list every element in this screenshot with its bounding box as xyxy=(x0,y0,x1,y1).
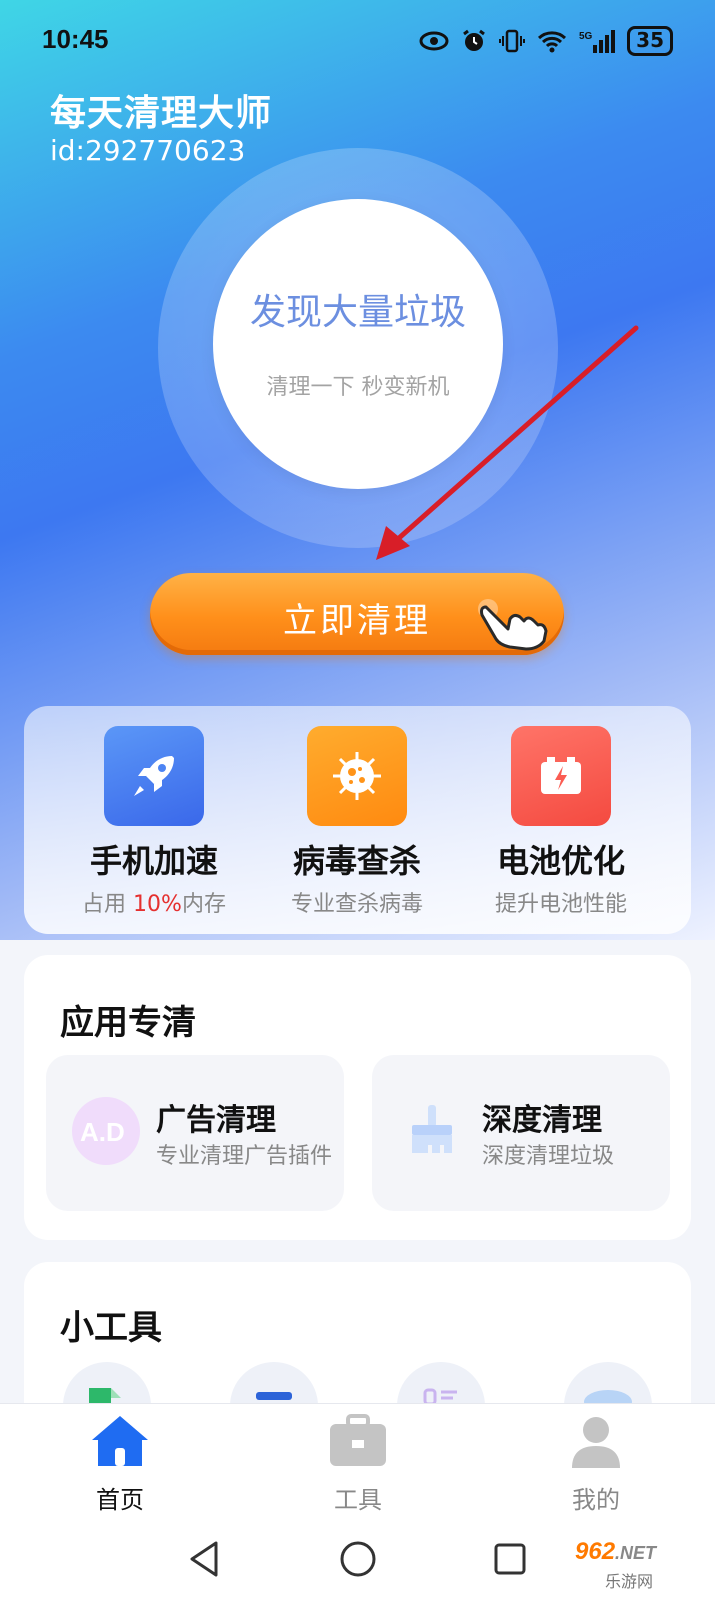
watermark-suffix: .NET xyxy=(615,1543,657,1563)
watermark-number: 962 xyxy=(575,1538,616,1565)
alarm-icon xyxy=(461,29,487,53)
quick-subtitle: 专业查杀病毒 xyxy=(290,892,423,917)
tools-title: 小工具 xyxy=(60,1308,162,1348)
ad-clean-tile[interactable]: A.D 广告清理 专业清理广告插件 xyxy=(46,1055,344,1211)
tab-home[interactable]: 首页 xyxy=(40,1412,200,1515)
tab-home-label: 首页 xyxy=(96,1486,144,1514)
quick-subtitle: 提升电池性能 xyxy=(494,892,627,917)
site-watermark: 962.NET 乐游网 xyxy=(575,1538,705,1594)
ad-clean-title: 广告清理 xyxy=(156,1103,276,1138)
clean-now-button[interactable]: 立即清理 xyxy=(150,573,564,655)
eye-icon xyxy=(419,29,449,53)
quick-phone-boost[interactable]: 手机加速 占用 10%内存 xyxy=(49,726,259,918)
watermark-text: 乐游网 xyxy=(605,1572,654,1591)
brush-icon xyxy=(398,1097,466,1165)
signal-5g-icon: 5G xyxy=(579,29,616,53)
rocket-icon xyxy=(104,726,204,826)
app-clean-panel: 应用专清 A.D 广告清理 专业清理广告插件 深度清理 深度清理垃圾 xyxy=(24,955,691,1240)
battery-indicator: 35 xyxy=(627,26,673,56)
tab-tools-label: 工具 xyxy=(334,1486,382,1514)
deep-clean-tile[interactable]: 深度清理 深度清理垃圾 xyxy=(372,1055,670,1211)
status-time: 10:45 xyxy=(42,24,109,54)
wifi-icon xyxy=(537,29,567,53)
ad-icon: A.D xyxy=(72,1097,140,1165)
quick-sub-suffix: 内存 xyxy=(181,892,226,917)
red-arrow-annotation xyxy=(376,325,639,560)
recents-icon[interactable] xyxy=(490,1539,530,1583)
deep-clean-title: 深度清理 xyxy=(482,1103,602,1138)
quick-title: 手机加速 xyxy=(89,842,218,880)
quick-subtitle: 占用 10%内存 xyxy=(49,886,259,918)
vibrate-icon xyxy=(499,29,526,53)
battery-icon xyxy=(511,726,611,826)
memory-percent: 10% xyxy=(133,892,182,917)
quick-title: 电池优化 xyxy=(496,842,625,880)
ad-clean-subtitle: 专业清理广告插件 xyxy=(156,1144,333,1169)
user-id: id:292770623 xyxy=(50,134,246,167)
tab-tools[interactable]: 工具 xyxy=(278,1412,438,1515)
tab-mine-label: 我的 xyxy=(572,1486,620,1514)
app-title: 每天清理大师 xyxy=(50,93,273,134)
back-icon[interactable] xyxy=(186,1539,222,1583)
virus-icon xyxy=(307,726,407,826)
quick-sub-prefix: 占用 xyxy=(82,892,134,917)
quick-actions-card: 手机加速 占用 10%内存 病毒查杀 专业查杀病毒 电池优化 提升电池性能 xyxy=(24,706,691,934)
app-clean-title: 应用专清 xyxy=(60,1003,196,1043)
quick-virus-scan[interactable]: 病毒查杀 专业查杀病毒 xyxy=(252,726,462,918)
deep-clean-subtitle: 深度清理垃圾 xyxy=(482,1144,615,1169)
user-icon xyxy=(572,1417,620,1468)
home-icon xyxy=(92,1416,148,1466)
status-icons: 5G 35 xyxy=(419,26,673,56)
toolbox-icon xyxy=(330,1414,386,1466)
quick-battery-optimize[interactable]: 电池优化 提升电池性能 xyxy=(456,726,666,918)
bottom-tab-bar: 首页 工具 我的 xyxy=(0,1403,715,1522)
svg-text:5G: 5G xyxy=(579,31,593,42)
quick-title: 病毒查杀 xyxy=(292,842,421,880)
svg-text:A.D: A.D xyxy=(80,1117,125,1147)
tab-mine[interactable]: 我的 xyxy=(516,1412,676,1515)
home-nav-icon[interactable] xyxy=(338,1539,378,1583)
status-bar: 10:45 5G 35 xyxy=(0,0,715,80)
hand-pointer-icon xyxy=(478,599,548,651)
